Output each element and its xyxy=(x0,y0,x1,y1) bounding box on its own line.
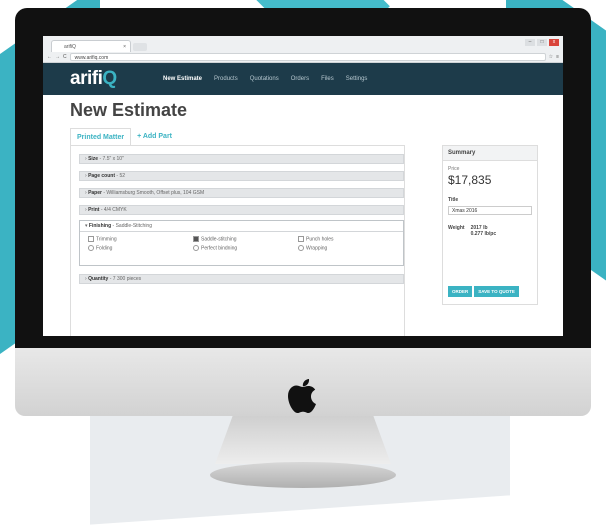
option-label: Perfect bindning xyxy=(201,245,238,252)
imac-frame: arifiQ × – □ x ← → C www.arifiq.com ☆ ≡ xyxy=(15,8,591,416)
apple-logo-icon xyxy=(288,379,316,413)
main-nav: New Estimate Products Quotations Orders … xyxy=(163,63,367,95)
minimize-icon[interactable]: – xyxy=(525,39,535,46)
row-label: Quantity xyxy=(88,276,109,282)
nav-products[interactable]: Products xyxy=(214,76,238,82)
option-saddle-stitching[interactable]: Saddle-stitching xyxy=(193,236,237,242)
summary-header: Summary xyxy=(443,146,537,161)
app-header: arifiQ New Estimate Products Quotations … xyxy=(43,63,563,95)
option-label: Saddle-stitching xyxy=(201,236,237,243)
reload-icon[interactable]: C xyxy=(63,54,67,60)
title-label: Title xyxy=(448,197,459,203)
price-value: $17,835 xyxy=(448,173,492,187)
row-print[interactable]: › Print - 4/4 CMYK xyxy=(79,205,404,215)
save-to-quote-button[interactable]: SAVE TO QUOTE xyxy=(474,286,519,297)
finishing-section: ▾ Finishing - Saddle-Stitching Trimming … xyxy=(79,220,404,266)
option-punch-holes[interactable]: Punch holes xyxy=(298,236,334,242)
option-label: Wrapping xyxy=(306,245,328,252)
row-value: - Saddle-Stitching xyxy=(111,223,152,229)
row-value: - 7.5" x 10" xyxy=(98,156,124,162)
row-label: Finishing xyxy=(88,223,112,229)
weight-label: Weight xyxy=(448,225,465,231)
close-window-icon[interactable]: x xyxy=(549,39,559,46)
option-label: Punch holes xyxy=(306,236,334,243)
tab-close-icon[interactable]: × xyxy=(123,41,126,53)
forward-icon[interactable]: → xyxy=(55,54,60,60)
weight-per-piece: 0.277 lb/pc xyxy=(470,231,497,237)
radio-icon xyxy=(298,245,304,251)
option-perfect-binding[interactable]: Perfect bindning xyxy=(193,245,237,251)
back-icon[interactable]: ← xyxy=(47,54,52,60)
summary-actions: ORDER SAVE TO QUOTE xyxy=(448,286,519,297)
menu-icon[interactable]: ≡ xyxy=(556,54,559,60)
maximize-icon[interactable]: □ xyxy=(537,39,547,46)
checkbox-icon xyxy=(88,236,94,242)
row-label: Print xyxy=(88,207,100,213)
nav-quotations[interactable]: Quotations xyxy=(250,76,279,82)
estimate-panel: › Size - 7.5" x 10" › Page count - 52 › … xyxy=(70,145,405,336)
option-label: Trimming xyxy=(96,236,117,243)
nav-settings[interactable]: Settings xyxy=(346,76,368,82)
radio-icon xyxy=(193,245,199,251)
row-size[interactable]: › Size - 7.5" x 10" xyxy=(79,154,404,164)
window-controls: – □ x xyxy=(525,39,559,46)
order-button[interactable]: ORDER xyxy=(448,286,473,297)
row-label: Paper xyxy=(88,190,102,196)
row-label: Page count xyxy=(88,173,116,179)
arifiq-logo[interactable]: arifiQ xyxy=(70,68,117,90)
imac-base xyxy=(210,462,396,488)
browser-chrome: arifiQ × – □ x ← → C www.arifiq.com ☆ ≡ xyxy=(43,36,563,63)
browser-window: arifiQ × – □ x ← → C www.arifiq.com ☆ ≡ xyxy=(43,36,563,336)
nav-files[interactable]: Files xyxy=(321,76,334,82)
browser-toolbar: ← → C www.arifiq.com ☆ ≡ xyxy=(47,53,559,61)
option-label: Folding xyxy=(96,245,113,252)
tab-title: arifiQ xyxy=(64,44,76,50)
weight-block: Weight 2017 lb 0.277 lb/pc xyxy=(448,225,532,237)
option-wrapping[interactable]: Wrapping xyxy=(298,245,327,251)
nav-new-estimate[interactable]: New Estimate xyxy=(163,76,202,82)
row-paper[interactable]: › Paper - Williamsburg Smooth, Offset pl… xyxy=(79,188,404,198)
summary-body: Price $17,835 Title Xmas 2016 Weight 201… xyxy=(443,161,537,242)
address-bar[interactable]: www.arifiq.com xyxy=(69,53,546,61)
option-trimming[interactable]: Trimming xyxy=(88,236,117,242)
radio-icon xyxy=(88,245,94,251)
summary-panel: Summary Price $17,835 Title Xmas 2016 We… xyxy=(442,145,538,305)
option-folding[interactable]: Folding xyxy=(88,245,112,251)
logo-text: arifi xyxy=(70,68,103,89)
row-value: - 52 xyxy=(115,173,126,179)
browser-tab[interactable]: arifiQ × xyxy=(51,40,131,52)
page-title: New Estimate xyxy=(70,100,188,120)
imac-stand xyxy=(215,416,391,464)
weight-values: 2017 lb 0.277 lb/pc xyxy=(471,225,497,237)
star-icon[interactable]: ☆ xyxy=(549,54,553,60)
row-value: - Williamsburg Smooth, Offset plus, 104 … xyxy=(101,190,205,196)
row-quantity[interactable]: › Quantity - 7 300 pieces xyxy=(79,274,404,284)
checkbox-checked-icon xyxy=(193,236,199,242)
screen-bezel: arifiQ × – □ x ← → C www.arifiq.com ☆ ≡ xyxy=(15,8,591,348)
row-value: - 7 300 pieces xyxy=(108,276,142,282)
nav-orders[interactable]: Orders xyxy=(291,76,309,82)
checkbox-icon xyxy=(298,236,304,242)
title-input[interactable]: Xmas 2016 xyxy=(448,206,532,215)
row-page-count[interactable]: › Page count - 52 xyxy=(79,171,404,181)
row-label: Size xyxy=(88,156,99,162)
row-finishing[interactable]: ▾ Finishing - Saddle-Stitching xyxy=(80,221,403,232)
imac-chin xyxy=(15,348,591,416)
row-value: - 4/4 CMYK xyxy=(99,207,127,213)
new-tab-button[interactable] xyxy=(133,43,147,51)
price-label: Price xyxy=(448,166,460,172)
logo-q: Q xyxy=(102,68,117,89)
